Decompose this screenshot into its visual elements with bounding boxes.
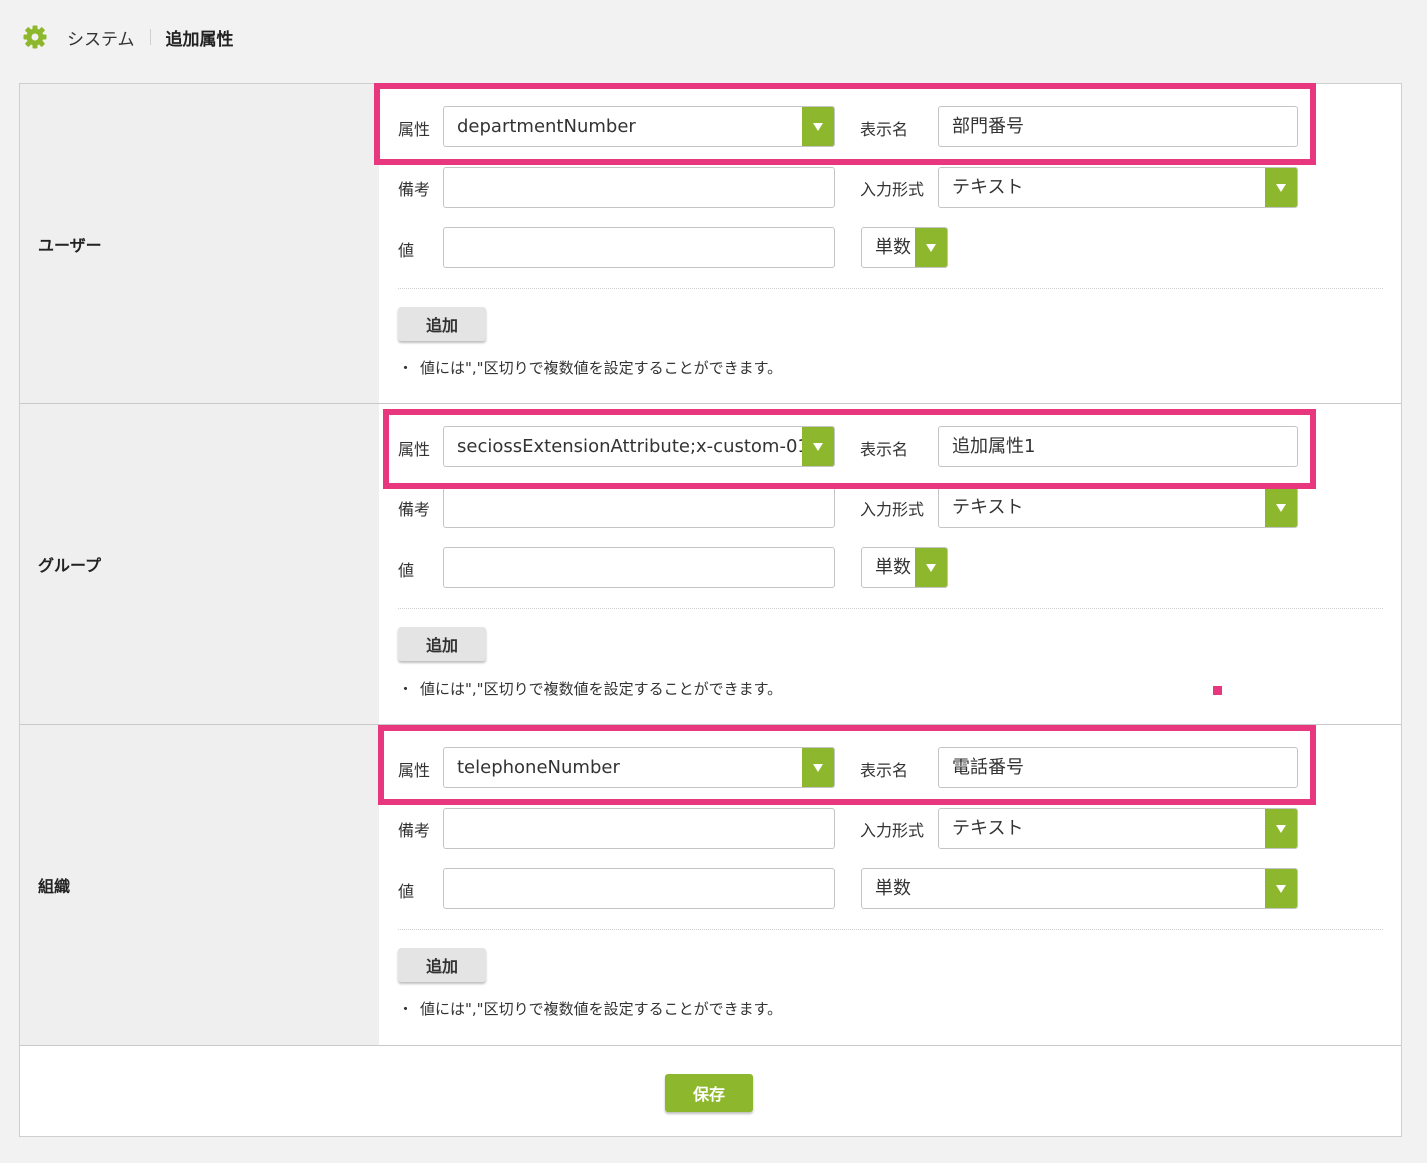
attribute-select-value: departmentNumber [457, 116, 636, 137]
input-format-value: テキスト [952, 177, 1024, 198]
section-title-group: グループ [38, 556, 102, 575]
section-group: グループ 属性 seciossExtensionAttribute;x-cust… [20, 404, 1401, 725]
attribute-label: 属性 [398, 440, 431, 459]
note-message: 値には","区切りで複数値を設定することができます。 [420, 359, 783, 377]
dropdown-arrow-icon[interactable] [1265, 869, 1297, 908]
section-title-user: ユーザー [38, 235, 102, 255]
dropdown-arrow-icon[interactable] [915, 548, 947, 587]
section-label-cell: ユーザー [20, 84, 379, 403]
note-text: ・値には","区切りで複数値を設定することができます。 [398, 357, 782, 378]
breadcrumb-divider [149, 29, 151, 45]
display-name-label: 表示名 [860, 761, 909, 780]
multiplicity-select[interactable]: 単数 [861, 227, 948, 268]
add-button[interactable]: 追加 [398, 948, 486, 982]
multiplicity-value: 単数 [875, 557, 911, 578]
display-name-label: 表示名 [860, 120, 909, 139]
dropdown-arrow-icon[interactable] [915, 228, 947, 267]
bullet: ・ [398, 1000, 414, 1018]
note-text: ・値には","区切りで複数値を設定することができます。 [398, 998, 782, 1019]
attribute-select[interactable]: departmentNumber [443, 106, 835, 147]
note-text: ・値には","区切りで複数値を設定することができます。 [398, 678, 782, 699]
attribute-label: 属性 [398, 120, 431, 139]
memo-input[interactable] [443, 167, 835, 208]
gear-icon [22, 24, 48, 50]
breadcrumb: システム 追加属性 [22, 22, 234, 52]
display-name-input[interactable]: 部門番号 [938, 106, 1298, 147]
section-organization: 組織 属性 telephoneNumber 表示名 電話番号 備考 入力形式 テ… [20, 725, 1401, 1046]
attribute-select-value: seciossExtensionAttribute;x-custom-01 [457, 436, 809, 457]
attribute-select[interactable]: seciossExtensionAttribute;x-custom-01 [443, 426, 835, 467]
attribute-select-value: telephoneNumber [457, 757, 620, 778]
note-message: 値には","区切りで複数値を設定することができます。 [420, 1000, 783, 1018]
memo-label: 備考 [398, 821, 431, 840]
input-format-select[interactable]: テキスト [938, 808, 1298, 849]
value-label: 値 [398, 561, 415, 580]
note-message: 値には","区切りで複数値を設定することができます。 [420, 680, 783, 698]
bullet: ・ [398, 359, 414, 377]
add-button[interactable]: 追加 [398, 627, 486, 661]
section-label-cell: 組織 [20, 725, 379, 1045]
input-format-select[interactable]: テキスト [938, 487, 1298, 528]
value-input[interactable] [443, 868, 835, 909]
input-format-label: 入力形式 [860, 821, 925, 840]
display-name-label: 表示名 [860, 440, 909, 459]
attribute-select[interactable]: telephoneNumber [443, 747, 835, 788]
input-format-value: テキスト [952, 818, 1024, 839]
value-label: 値 [398, 241, 415, 260]
breadcrumb-system[interactable]: システム [67, 25, 135, 50]
add-button[interactable]: 追加 [398, 307, 486, 341]
save-button[interactable]: 保存 [665, 1074, 753, 1112]
dropdown-arrow-icon[interactable] [1265, 809, 1297, 848]
divider [398, 608, 1383, 609]
multiplicity-value: 単数 [875, 878, 911, 899]
value-input[interactable] [443, 227, 835, 268]
multiplicity-select[interactable]: 単数 [861, 868, 1298, 909]
dropdown-arrow-icon[interactable] [1265, 488, 1297, 527]
memo-label: 備考 [398, 500, 431, 519]
display-name-input[interactable]: 追加属性1 [938, 426, 1298, 467]
memo-input[interactable] [443, 808, 835, 849]
attributes-panel: ユーザー 属性 departmentNumber 表示名 部門番号 備考 入力形… [19, 83, 1402, 1137]
divider [398, 929, 1383, 930]
value-label: 値 [398, 882, 415, 901]
dropdown-arrow-icon[interactable] [802, 427, 834, 466]
dropdown-arrow-icon[interactable] [802, 107, 834, 146]
value-input[interactable] [443, 547, 835, 588]
bullet: ・ [398, 680, 414, 698]
multiplicity-value: 単数 [875, 237, 911, 258]
divider [398, 288, 1383, 289]
dropdown-arrow-icon[interactable] [1265, 168, 1297, 207]
section-label-cell: グループ [20, 404, 379, 724]
input-format-label: 入力形式 [860, 180, 925, 199]
attribute-label: 属性 [398, 761, 431, 780]
input-format-value: テキスト [952, 497, 1024, 518]
annotation-marker [1213, 686, 1222, 695]
page-title: 追加属性 [165, 29, 234, 50]
section-title-organization: 組織 [38, 877, 71, 896]
memo-label: 備考 [398, 180, 431, 199]
section-user: ユーザー 属性 departmentNumber 表示名 部門番号 備考 入力形… [20, 84, 1401, 404]
multiplicity-select[interactable]: 単数 [861, 547, 948, 588]
display-name-input[interactable]: 電話番号 [938, 747, 1298, 788]
dropdown-arrow-icon[interactable] [802, 748, 834, 787]
memo-input[interactable] [443, 487, 835, 528]
input-format-label: 入力形式 [860, 500, 925, 519]
input-format-select[interactable]: テキスト [938, 167, 1298, 208]
